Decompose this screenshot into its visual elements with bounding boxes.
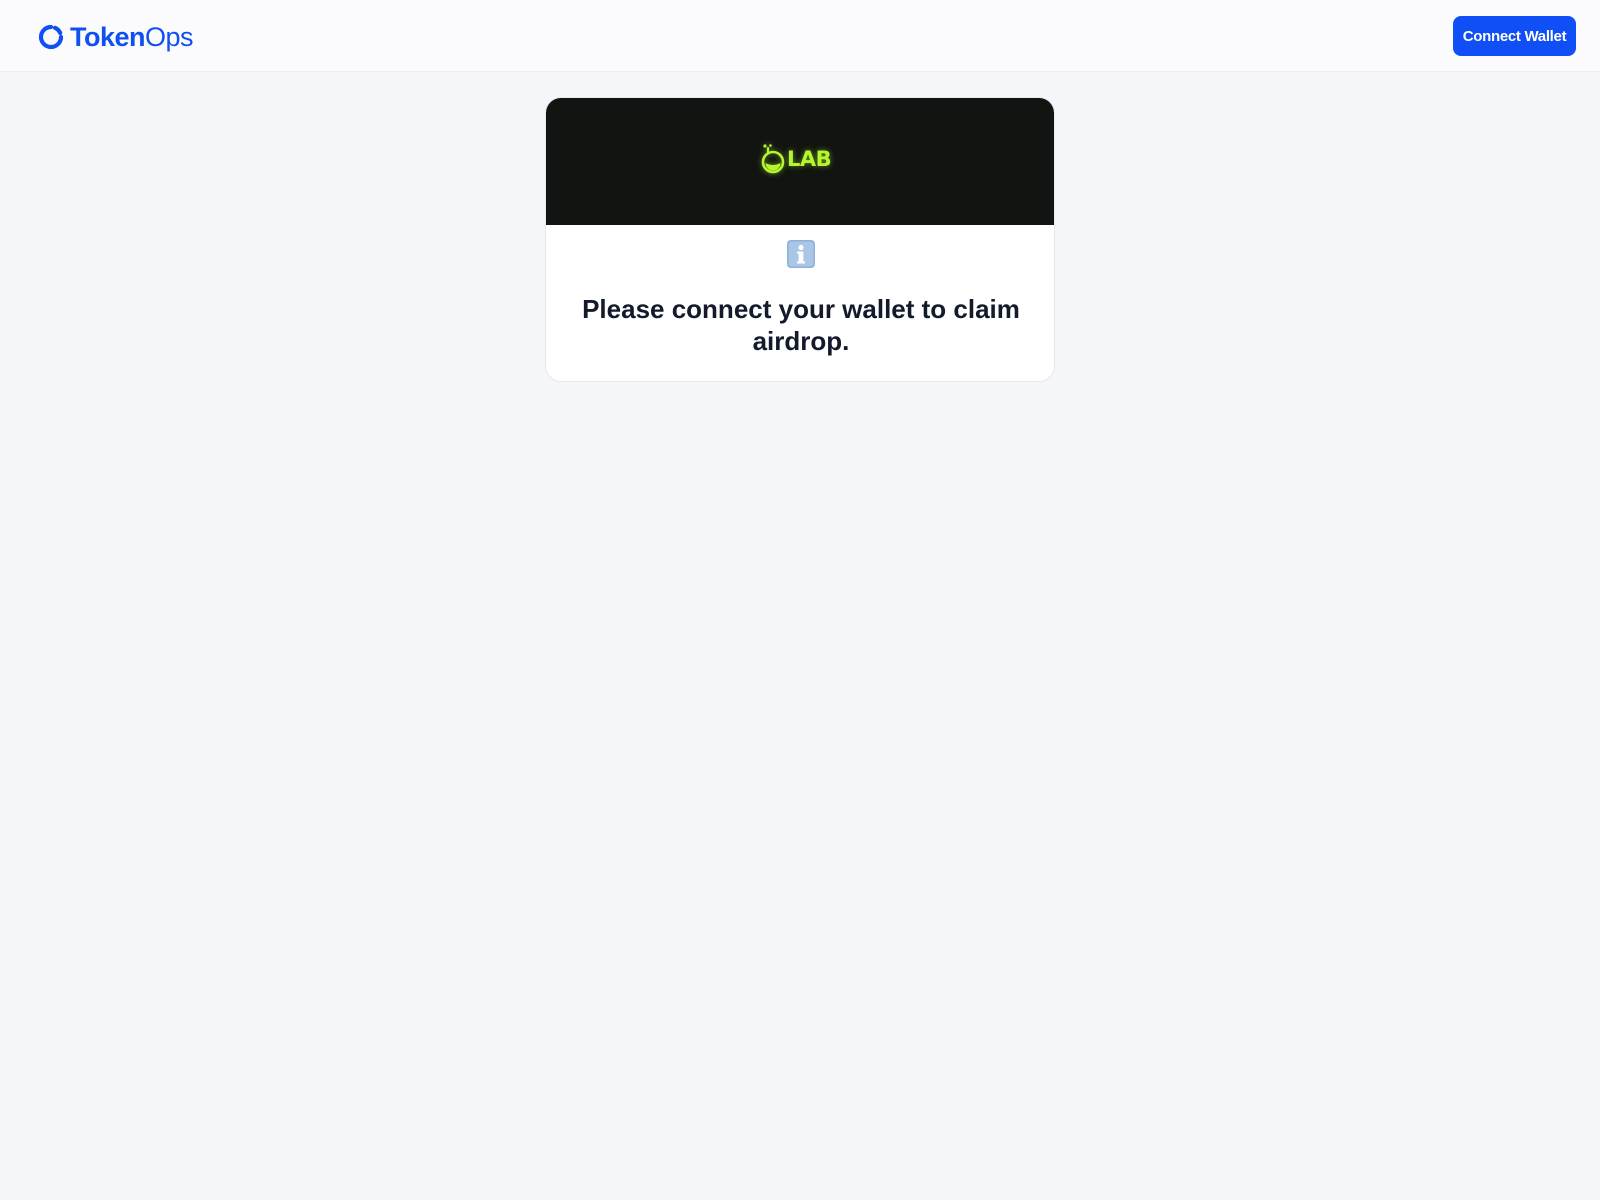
lab-logo-text: LAB [787,147,832,171]
lab-logo: LAB [760,141,842,177]
airdrop-claim-card: LAB Please connect your wallet to claim … [545,97,1055,382]
connect-wallet-message: Please connect your wallet to claim aird… [582,294,1020,356]
brand-name: TokenOps [70,20,194,54]
top-bar: TokenOps Connect Wallet [0,0,1600,72]
project-banner: LAB [546,98,1054,225]
info-icon [787,240,815,268]
connect-wallet-button[interactable]: Connect Wallet [1453,16,1576,56]
brand-name-regular: Ops [145,22,194,52]
brand-name-bold: Token [70,22,146,52]
flask-icon [761,144,785,174]
tokenops-ring-icon [38,24,64,50]
tokenops-logo[interactable]: TokenOps [38,20,194,54]
